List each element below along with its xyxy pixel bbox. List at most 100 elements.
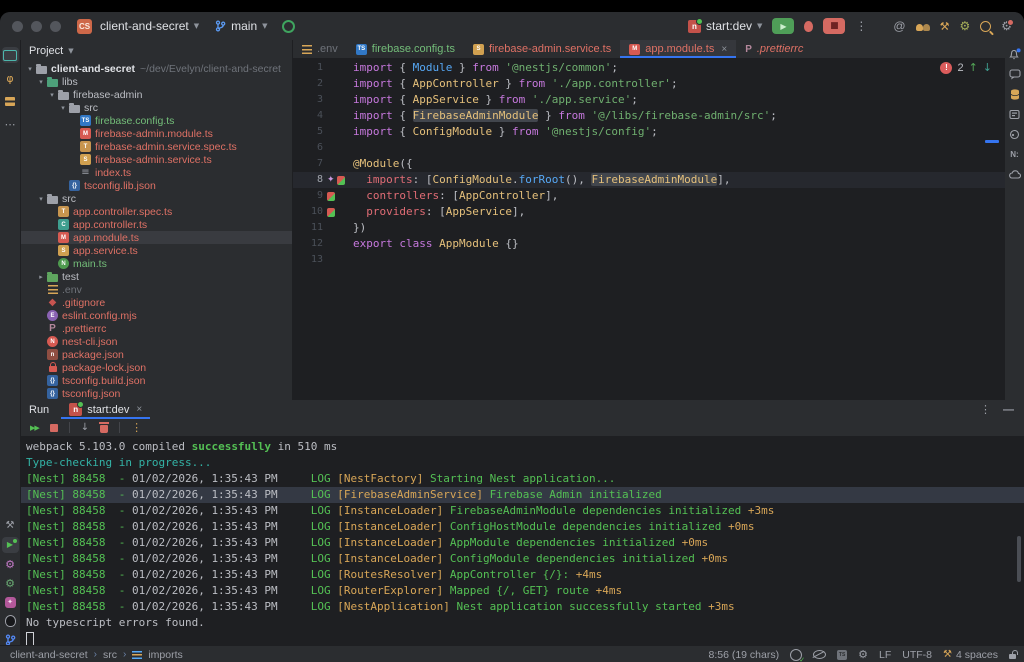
npm-tool-tool-button[interactable]: N: bbox=[1006, 146, 1023, 162]
more-options-icon[interactable]: ⋮ bbox=[980, 403, 991, 416]
tree-chevron-icon[interactable]: ▸ bbox=[36, 273, 46, 281]
build-tools-tool-button[interactable]: ⚒ bbox=[2, 518, 19, 534]
notifications-tool-button[interactable] bbox=[1006, 46, 1023, 62]
tree-item-nest-cli.json[interactable]: Nnest-cli.json bbox=[21, 335, 292, 348]
tree-item-client-and-secret[interactable]: ▾client-and-secret~/dev/Evelyn/client-an… bbox=[21, 62, 292, 75]
commit-tool-button[interactable]: φ bbox=[2, 70, 19, 86]
gradle-tool-button[interactable] bbox=[1006, 126, 1023, 142]
file-encoding[interactable]: UTF-8 bbox=[902, 649, 932, 661]
rerun-icon[interactable]: ▶▶ bbox=[30, 424, 39, 432]
more-run-actions-icon[interactable]: ⋮ bbox=[855, 19, 867, 33]
close-window-button[interactable] bbox=[12, 21, 23, 32]
tree-item-tsconfig.build.json[interactable]: {}tsconfig.build.json bbox=[21, 374, 292, 387]
project-widget[interactable]: client-and-secret ▼ bbox=[100, 19, 199, 33]
tree-item-app.module.ts[interactable]: Mapp.module.ts bbox=[21, 231, 292, 244]
nest-gutter-icon[interactable] bbox=[327, 208, 335, 217]
tree-item-.env[interactable]: .env bbox=[21, 283, 292, 296]
editor-tab-.env[interactable]: .env bbox=[293, 40, 347, 58]
editor-tab-firebase-admin.service.ts[interactable]: Sfirebase-admin.service.ts bbox=[464, 40, 620, 58]
gear-icon[interactable]: ⚙ bbox=[858, 649, 868, 660]
tree-chevron-icon[interactable]: ▾ bbox=[47, 91, 57, 99]
tree-item-index.ts[interactable]: ≡index.ts bbox=[21, 166, 292, 179]
tree-item-main.ts[interactable]: Nmain.ts bbox=[21, 257, 292, 270]
close-tab-icon[interactable]: × bbox=[136, 404, 142, 415]
services-tool-button[interactable]: ⚙ bbox=[2, 556, 19, 572]
structure-tool-button[interactable] bbox=[2, 93, 19, 109]
ai-assistant-tool-button[interactable] bbox=[1006, 66, 1023, 82]
stop-button[interactable]: ■ bbox=[823, 18, 845, 34]
debug-button[interactable] bbox=[804, 21, 813, 32]
tree-item-firebase.config.ts[interactable]: TSfirebase.config.ts bbox=[21, 114, 292, 127]
settings-icon[interactable]: ⚙ bbox=[1001, 20, 1012, 32]
editor-tab-.prettierrc[interactable]: P.prettierrc bbox=[736, 40, 812, 58]
mentions-icon[interactable]: @ bbox=[893, 19, 905, 33]
editor-tab-app.module.ts[interactable]: Mapp.module.ts× bbox=[620, 40, 736, 58]
project-panel-header[interactable]: Project ▼ bbox=[21, 40, 292, 62]
tree-item-tsconfig.lib.json[interactable]: {}tsconfig.lib.json bbox=[21, 179, 292, 192]
lock-icon[interactable] bbox=[1009, 654, 1016, 659]
problems-tool-button[interactable] bbox=[2, 613, 19, 629]
console-scrollbar[interactable] bbox=[1017, 536, 1021, 582]
tree-item-firebase-admin.service.spec.ts[interactable]: Tfirebase-admin.service.spec.ts bbox=[21, 140, 292, 153]
close-tab-icon[interactable]: × bbox=[721, 44, 727, 55]
tree-item-app.controller.ts[interactable]: Capp.controller.ts bbox=[21, 218, 292, 231]
editor-tab-firebase.config.ts[interactable]: TSfirebase.config.ts bbox=[347, 40, 464, 58]
run-tab[interactable]: n start:dev × bbox=[61, 400, 150, 419]
tree-item-test[interactable]: ▸test bbox=[21, 270, 292, 283]
hide-panel-icon[interactable]: — bbox=[1003, 404, 1014, 416]
run-tool-button[interactable]: ▶ bbox=[2, 537, 19, 553]
tree-item-firebase-admin.service.ts[interactable]: Sfirebase-admin.service.ts bbox=[21, 153, 292, 166]
tree-item-package.json[interactable]: npackage.json bbox=[21, 348, 292, 361]
settings-sync-tool-button[interactable]: ⚙ bbox=[2, 575, 19, 591]
tree-item-.gitignore[interactable]: ◆.gitignore bbox=[21, 296, 292, 309]
tree-item-app.controller.spec.ts[interactable]: Tapp.controller.spec.ts bbox=[21, 205, 292, 218]
breadcrumb-project[interactable]: client-and-secret bbox=[10, 649, 88, 661]
tree-chevron-icon[interactable]: ▾ bbox=[25, 65, 35, 73]
tree-item-app.service.ts[interactable]: Sapp.service.ts bbox=[21, 244, 292, 257]
tree-item-src[interactable]: ▾src bbox=[21, 101, 292, 114]
tree-item-.prettierrc[interactable]: P.prettierrc bbox=[21, 322, 292, 335]
caret-position[interactable]: 8:56 (19 chars) bbox=[708, 649, 779, 661]
tools-icon[interactable]: ⚒ bbox=[940, 21, 950, 32]
code-editor[interactable]: 1import { Module } from '@nestjs/common'… bbox=[293, 58, 1005, 402]
tree-item-eslint.config.mjs[interactable]: Eeslint.config.mjs bbox=[21, 309, 292, 322]
tree-item-firebase-admin.module.ts[interactable]: Mfirebase-admin.module.ts bbox=[21, 127, 292, 140]
typescript-icon[interactable]: TS bbox=[837, 650, 847, 660]
database-tool-button[interactable] bbox=[1006, 86, 1023, 102]
inspections-profile-icon[interactable] bbox=[790, 649, 802, 661]
minimize-window-button[interactable] bbox=[31, 21, 42, 32]
tree-item-firebase-admin[interactable]: ▾firebase-admin bbox=[21, 88, 292, 101]
scroll-to-end-icon[interactable]: ↓ bbox=[81, 422, 89, 433]
sparkle-icon[interactable]: ✦ bbox=[327, 176, 335, 185]
next-error-icon[interactable]: ↓ bbox=[983, 61, 992, 74]
tree-chevron-icon[interactable]: ▾ bbox=[36, 78, 46, 86]
device-preview-tool-button[interactable] bbox=[1006, 106, 1023, 122]
line-separator[interactable]: LF bbox=[879, 649, 891, 661]
gear-icon[interactable]: ⚙ bbox=[959, 20, 970, 32]
breadcrumb-member[interactable]: imports bbox=[148, 649, 182, 661]
stop-icon[interactable] bbox=[50, 424, 58, 432]
tree-chevron-icon[interactable]: ▾ bbox=[36, 195, 46, 203]
search-icon[interactable] bbox=[980, 21, 991, 32]
console-output[interactable]: webpack 5.103.0 compiled successfully in… bbox=[21, 436, 1024, 647]
clear-console-icon[interactable] bbox=[100, 425, 108, 433]
more-tools-tool-button[interactable]: ⋯ bbox=[2, 116, 19, 132]
ai-assistant-square-tool-button[interactable]: ✦ bbox=[2, 594, 19, 610]
tree-item-src[interactable]: ▾src bbox=[21, 192, 292, 205]
more-console-actions-icon[interactable]: ⋮ bbox=[131, 421, 142, 434]
cloud-tool-button[interactable] bbox=[1006, 166, 1023, 182]
tree-chevron-icon[interactable]: ▾ bbox=[58, 104, 68, 112]
indent-setting[interactable]: 4 spaces bbox=[956, 649, 998, 661]
run-button[interactable]: ▶ bbox=[772, 18, 794, 34]
zoom-window-button[interactable] bbox=[50, 21, 61, 32]
inspection-widget[interactable]: ! 2 ↑ ↓ bbox=[940, 61, 992, 74]
status-dot-icon[interactable] bbox=[282, 20, 295, 33]
branch-widget[interactable]: main ▼ bbox=[215, 19, 267, 33]
nest-gutter-icon[interactable] bbox=[337, 176, 345, 185]
project-tool-button[interactable] bbox=[2, 47, 19, 63]
tree-item-libs[interactable]: ▾libs bbox=[21, 75, 292, 88]
breadcrumb-src[interactable]: src bbox=[103, 649, 117, 661]
nest-gutter-icon[interactable] bbox=[327, 192, 335, 201]
users-icon[interactable] bbox=[916, 21, 930, 31]
reader-mode-icon[interactable] bbox=[813, 650, 826, 659]
